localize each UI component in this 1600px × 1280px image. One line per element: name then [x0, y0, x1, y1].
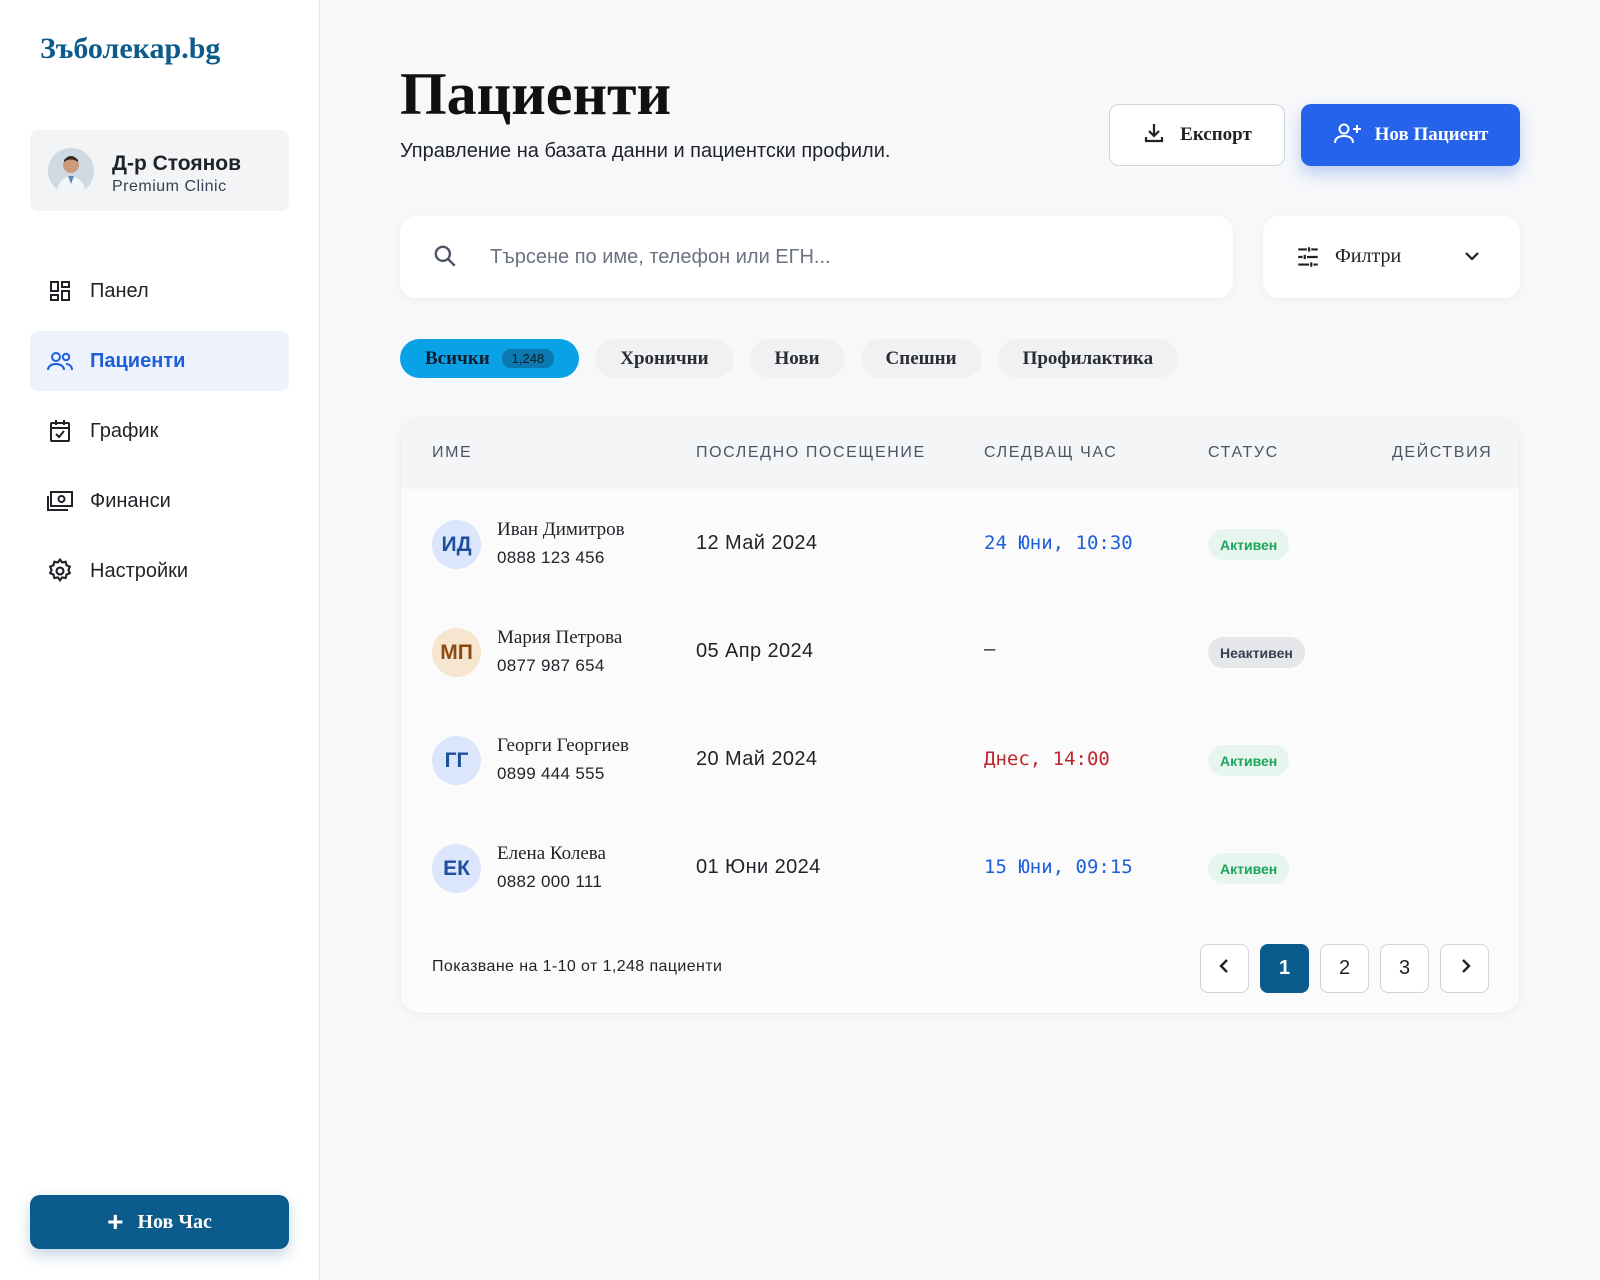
- column-header-actions: ДЕЙСТВИЯ: [1392, 444, 1493, 461]
- new-patient-button[interactable]: Нов Пациент: [1301, 104, 1520, 166]
- dashboard-icon: [46, 277, 74, 305]
- table-row[interactable]: ГГ Георги Георгиев 0899 444 555 20 Май 2…: [401, 707, 1519, 816]
- status-badge: Активен: [1208, 853, 1290, 884]
- last-visit: 20 Май 2024: [696, 748, 818, 770]
- last-visit: 01 Юни 2024: [696, 856, 821, 878]
- sidebar-item-label: Пациенти: [90, 349, 186, 372]
- patient-avatar: МП: [432, 628, 481, 677]
- chevron-left-icon: [1216, 957, 1234, 981]
- users-icon: [46, 347, 74, 375]
- sidebar: Зъболекар.bg Д-р Стоянов Premium Clinic …: [0, 0, 320, 1280]
- patient-name[interactable]: Иван Димитров: [497, 519, 625, 541]
- sidebar-item-schedule[interactable]: График: [30, 401, 289, 461]
- patient-avatar: ГГ: [432, 736, 481, 785]
- export-button[interactable]: Експорт: [1109, 104, 1285, 166]
- next-appointment: –: [984, 638, 996, 660]
- patient-name[interactable]: Мария Петрова: [497, 627, 622, 649]
- search-box: [400, 216, 1233, 298]
- chevron-down-icon: [1462, 246, 1482, 271]
- page-title: Пациенти: [400, 61, 672, 127]
- column-header-next-appointment[interactable]: СЛЕДВАЩ ЧАС: [984, 444, 1117, 462]
- sidebar-item-label: Панел: [90, 279, 149, 302]
- page-subtitle: Управление на базата данни и пациентски …: [400, 140, 891, 162]
- chip-count-badge: 1,248: [501, 349, 555, 368]
- chip-chronic[interactable]: Хронични: [595, 339, 734, 378]
- sidebar-item-label: Настройки: [90, 559, 189, 582]
- new-appointment-label: Нов Час: [137, 1210, 212, 1233]
- profile-name: Д-р Стоянов: [112, 152, 242, 175]
- avatar: [48, 148, 94, 194]
- chip-label: Всички: [425, 347, 490, 369]
- next-appointment: 24 Юни, 10:30: [984, 532, 1133, 554]
- page-button-3[interactable]: 3: [1380, 944, 1429, 993]
- column-header-name[interactable]: ИМЕ: [432, 444, 472, 462]
- download-icon: [1142, 121, 1166, 150]
- search-icon: [432, 243, 458, 274]
- filter-chips: Всички 1,248 Хронични Нови Спешни Профил…: [400, 339, 1179, 378]
- profile-clinic: Premium Clinic: [112, 178, 227, 195]
- patient-avatar: ЕК: [432, 844, 481, 893]
- patient-phone: 0888 123 456: [497, 548, 605, 567]
- next-page-button[interactable]: [1440, 944, 1489, 993]
- pagination: 1 2 3: [1200, 944, 1489, 993]
- table-row[interactable]: МП Мария Петрова 0877 987 654 05 Апр 202…: [401, 598, 1519, 707]
- search-input[interactable]: [490, 236, 1190, 278]
- patient-phone: 0882 000 111: [497, 872, 603, 891]
- sliders-icon: [1295, 244, 1321, 275]
- sidebar-item-settings[interactable]: Настройки: [30, 541, 289, 601]
- table-row[interactable]: ЕК Елена Колева 0882 000 111 01 Юни 2024…: [401, 816, 1519, 925]
- plus-icon: +: [107, 1206, 124, 1237]
- sidebar-item-label: Финанси: [90, 489, 171, 512]
- table-row[interactable]: ИД Иван Димитров 0888 123 456 12 Май 202…: [401, 489, 1519, 598]
- table-header: ИМЕ ПОСЛЕДНО ПОСЕЩЕНИЕ СЛЕДВАЩ ЧАС СТАТУ…: [401, 419, 1519, 489]
- new-patient-label: Нов Пациент: [1374, 124, 1489, 145]
- sidebar-item-finance[interactable]: Финанси: [30, 471, 289, 531]
- calendar-check-icon: [46, 417, 74, 445]
- patient-phone: 0877 987 654: [497, 656, 605, 675]
- sidebar-item-patients[interactable]: Пациенти: [30, 331, 289, 391]
- patient-name[interactable]: Георги Георгиев: [497, 735, 629, 757]
- sidebar-nav: Панел Пациенти График Финанси Настройки: [30, 261, 289, 611]
- patients-table: ИМЕ ПОСЛЕДНО ПОСЕЩЕНИЕ СЛЕДВАЩ ЧАС СТАТУ…: [400, 418, 1520, 1014]
- page-button-2[interactable]: 2: [1320, 944, 1369, 993]
- patient-avatar: ИД: [432, 520, 481, 569]
- sidebar-item-dashboard[interactable]: Панел: [30, 261, 289, 321]
- patient-phone: 0899 444 555: [497, 764, 605, 783]
- status-badge: Неактивен: [1208, 637, 1305, 668]
- filters-dropdown[interactable]: Филтри: [1263, 216, 1520, 298]
- filters-label: Филтри: [1335, 245, 1402, 267]
- chip-urgent[interactable]: Спешни: [860, 339, 982, 378]
- column-header-status[interactable]: СТАТУС: [1208, 444, 1279, 462]
- new-appointment-button[interactable]: + Нов Час: [30, 1195, 289, 1249]
- status-badge: Активен: [1208, 529, 1290, 560]
- pagination-summary: Показване на 1-10 от 1,248 пациенти: [432, 958, 723, 975]
- chip-prevention[interactable]: Профилактика: [997, 339, 1179, 378]
- user-plus-icon: [1333, 121, 1363, 150]
- page-button-1[interactable]: 1: [1260, 944, 1309, 993]
- chip-all[interactable]: Всички 1,248: [400, 339, 580, 378]
- export-label: Експорт: [1180, 124, 1252, 145]
- column-header-last-visit[interactable]: ПОСЛЕДНО ПОСЕЩЕНИЕ: [696, 444, 926, 462]
- status-badge: Активен: [1208, 745, 1290, 776]
- app-logo[interactable]: Зъболекар.bg: [40, 32, 220, 66]
- next-appointment: Днес, 14:00: [984, 748, 1110, 770]
- money-icon: [46, 487, 74, 515]
- chip-new[interactable]: Нови: [749, 339, 845, 378]
- next-appointment: 15 Юни, 09:15: [984, 856, 1133, 878]
- previous-page-button[interactable]: [1200, 944, 1249, 993]
- patient-name[interactable]: Елена Колева: [497, 843, 606, 865]
- user-profile-card[interactable]: Д-р Стоянов Premium Clinic: [30, 130, 289, 211]
- chevron-right-icon: [1456, 957, 1474, 981]
- last-visit: 12 Май 2024: [696, 532, 818, 554]
- sidebar-item-label: График: [90, 419, 159, 442]
- gear-icon: [46, 557, 74, 585]
- last-visit: 05 Апр 2024: [696, 640, 814, 662]
